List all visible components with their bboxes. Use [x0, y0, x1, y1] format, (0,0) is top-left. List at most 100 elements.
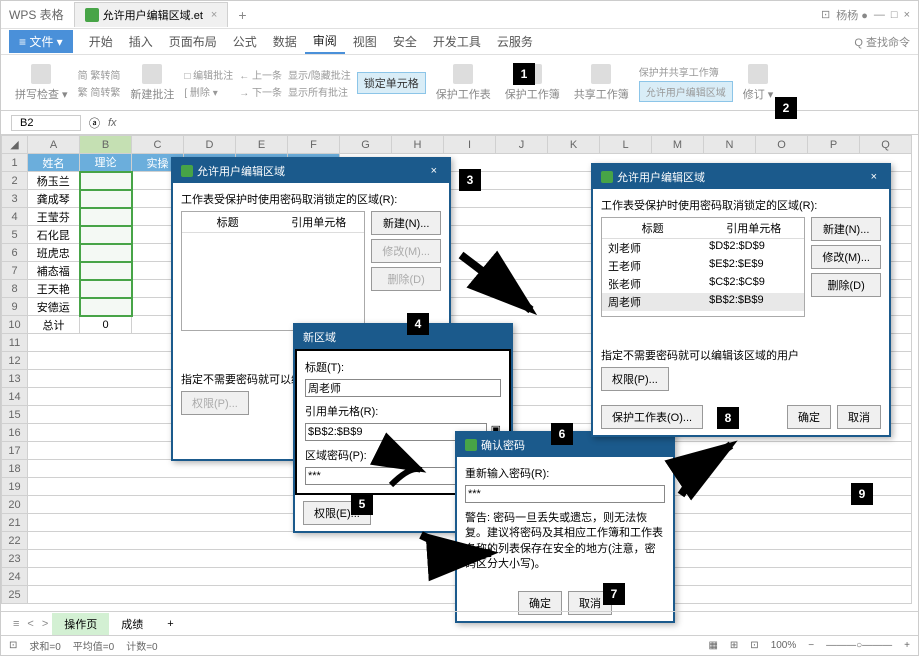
document-tab[interactable]: 允许用户编辑区域.et × [74, 2, 229, 27]
cell-A10[interactable]: 总计 [28, 316, 80, 334]
protect-sheet-button[interactable]: 保护工作表(O)... [601, 405, 703, 429]
app-icon[interactable]: ⊡ [821, 8, 830, 21]
sheet-tab-1[interactable]: 操作页 [52, 613, 109, 635]
cell-A3[interactable]: 龚成琴 [28, 190, 80, 208]
view-page-icon[interactable]: ⊞ [730, 640, 738, 651]
track-changes-button[interactable]: 修订 ▾ [739, 64, 778, 102]
dialog4-titlebar[interactable]: 允许用户编辑区域× [593, 165, 889, 189]
share-workbook-button[interactable]: 共享工作簿 [570, 64, 633, 102]
col-I[interactable]: I [444, 136, 496, 154]
list-item[interactable]: 张老师$C$2:$C$9 [602, 275, 804, 293]
view-normal-icon[interactable]: ▦ [708, 640, 717, 651]
reenter-input[interactable] [465, 485, 665, 503]
menu-cloud[interactable]: 云服务 [489, 30, 541, 53]
fx-icon[interactable]: ⓐ [89, 115, 100, 131]
lock-cell-button[interactable]: 锁定单元格 [357, 72, 426, 94]
cell-A7[interactable]: 補态福 [28, 262, 80, 280]
cell-A2[interactable]: 杨玉兰 [28, 172, 80, 190]
col-K[interactable]: K [548, 136, 600, 154]
ok-button[interactable]: 确定 [787, 405, 831, 429]
corner-cell[interactable]: ◢ [2, 136, 28, 154]
menu-home[interactable]: 开始 [81, 30, 121, 53]
row-1[interactable]: 1 [2, 154, 28, 172]
dialog4-range-list[interactable]: 标题引用单元格 刘老师$D$2:$D$9 王老师$E$2:$E$9 张老师$C$… [601, 217, 805, 317]
minimize-icon[interactable]: — [874, 9, 885, 21]
cell-A6[interactable]: 班虎忠 [28, 244, 80, 262]
new-button[interactable]: 新建(N)... [811, 217, 881, 241]
maximize-icon[interactable]: □ [891, 9, 898, 21]
cell-B2[interactable] [80, 172, 132, 190]
menu-data[interactable]: 数据 [265, 30, 305, 53]
col-N[interactable]: N [704, 136, 756, 154]
delete-comment-button[interactable]: [ 删除 ▾ [184, 84, 233, 99]
fx-label[interactable]: fx [108, 117, 117, 129]
dialog2-titlebar[interactable]: 新区域 [295, 325, 511, 349]
cancel-button[interactable]: 取消 [837, 405, 881, 429]
trad-to-simp-button[interactable]: 繁 简转繁 [78, 84, 121, 99]
modify-button[interactable]: 修改(M)... [811, 245, 881, 269]
zoom-out-icon[interactable]: − [808, 640, 814, 651]
col-D[interactable]: D [184, 136, 236, 154]
col-E[interactable]: E [236, 136, 288, 154]
col-Q[interactable]: Q [860, 136, 912, 154]
col-F[interactable]: F [288, 136, 340, 154]
col-A[interactable]: A [28, 136, 80, 154]
sheet-nav-first-icon[interactable]: ≡ [9, 618, 23, 630]
zoom-in-icon[interactable]: + [904, 640, 910, 651]
allow-edit-ranges-button[interactable]: 允许用户编辑区域 [639, 81, 733, 102]
menu-dev[interactable]: 开发工具 [425, 30, 489, 53]
title-input[interactable] [305, 379, 501, 397]
spellcheck-button[interactable]: 拼写检查 ▾ [11, 64, 72, 102]
file-menu[interactable]: ≡ 文件 ▾ [9, 30, 73, 53]
cell-B10[interactable]: 0 [80, 316, 132, 334]
protect-share-button[interactable]: 保护并共享工作簿 [639, 64, 733, 79]
next-comment-button[interactable]: → 下一条 [239, 84, 282, 99]
command-search[interactable]: Q 查找命令 [854, 34, 910, 50]
zoom-level[interactable]: 100% [771, 640, 797, 651]
cell-A8[interactable]: 王天艳 [28, 280, 80, 298]
col-J[interactable]: J [496, 136, 548, 154]
delete-button[interactable]: 删除(D) [811, 273, 881, 297]
sheet-nav-prev-icon[interactable]: < [23, 618, 37, 630]
col-O[interactable]: O [756, 136, 808, 154]
tab-close-icon[interactable]: × [211, 9, 217, 21]
user-label[interactable]: 杨杨 ● [836, 7, 868, 23]
cell-A1[interactable]: 姓名 [28, 154, 80, 172]
col-B[interactable]: B [80, 136, 132, 154]
col-M[interactable]: M [652, 136, 704, 154]
show-hide-comment-button[interactable]: 显示/隐藏批注 [288, 67, 351, 82]
prev-comment-button[interactable]: ← 上一条 [239, 67, 282, 82]
new-tab-icon[interactable]: + [238, 7, 246, 23]
protect-sheet-button[interactable]: 保护工作表 [432, 64, 495, 102]
list-item[interactable]: 刘老师$D$2:$D$9 [602, 239, 804, 257]
cell-A4[interactable]: 王莹芬 [28, 208, 80, 226]
name-box[interactable]: B2 [11, 115, 81, 131]
col-P[interactable]: P [808, 136, 860, 154]
permissions-button[interactable]: 权限(P)... [601, 367, 669, 391]
zoom-slider[interactable]: ———○——— [826, 640, 892, 651]
show-all-comments-button[interactable]: 显示所有批注 [288, 84, 351, 99]
add-sheet-icon[interactable]: + [155, 615, 185, 633]
cell-A9[interactable]: 安德运 [28, 298, 80, 316]
menu-security[interactable]: 安全 [385, 30, 425, 53]
menu-review[interactable]: 审阅 [305, 29, 345, 54]
sheet-tab-2[interactable]: 成绩 [109, 613, 155, 635]
new-comment-button[interactable]: 新建批注 [126, 64, 178, 102]
dialog1-range-list[interactable]: 标题引用单元格 [181, 211, 365, 331]
list-item[interactable]: 周老师$B$2:$B$9 [602, 293, 804, 311]
col-H[interactable]: H [392, 136, 444, 154]
dialog4-close-icon[interactable]: × [867, 171, 881, 183]
simp-to-trad-button[interactable]: 简 繁转简 [78, 67, 121, 82]
edit-comment-button[interactable]: □ 编辑批注 [184, 67, 233, 82]
view-break-icon[interactable]: ⊡ [750, 640, 758, 651]
menu-insert[interactable]: 插入 [121, 30, 161, 53]
cell-A5[interactable]: 石化昆 [28, 226, 80, 244]
new-button[interactable]: 新建(N)... [371, 211, 441, 235]
close-icon[interactable]: × [904, 9, 910, 21]
col-C[interactable]: C [132, 136, 184, 154]
col-L[interactable]: L [600, 136, 652, 154]
menu-view[interactable]: 视图 [345, 30, 385, 53]
menu-formula[interactable]: 公式 [225, 30, 265, 53]
menu-layout[interactable]: 页面布局 [161, 30, 225, 53]
dialog1-titlebar[interactable]: 允许用户编辑区域× [173, 159, 449, 183]
